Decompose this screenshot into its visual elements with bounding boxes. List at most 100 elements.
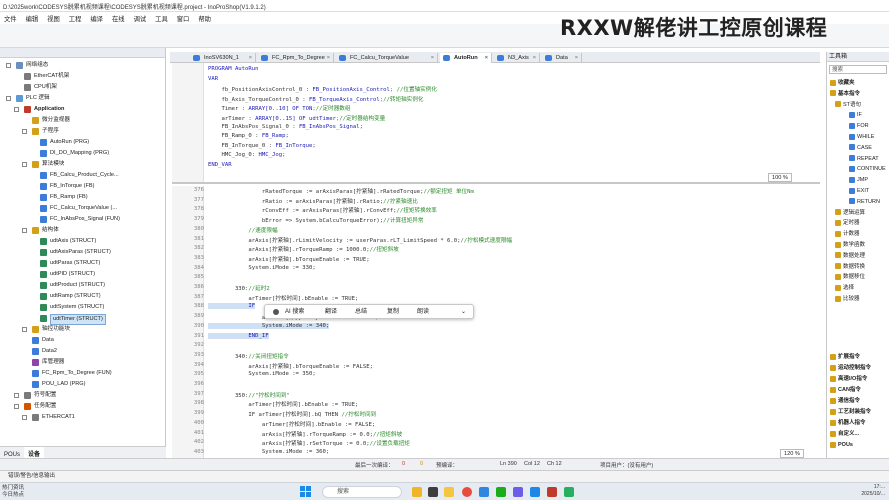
tree-item[interactable]: 符号配置 [0,390,166,401]
toolbox-item[interactable]: 数据移位 [827,272,889,283]
toolbox-item[interactable]: 收藏夹 [827,78,889,89]
editor-tab[interactable]: FC_Calcu_TorqueValue × [336,53,438,63]
menu-item[interactable]: 窗口 [173,12,195,23]
output-bar[interactable]: 错误/警告/信息输出 [0,470,889,482]
app2-icon[interactable] [530,487,540,497]
tree-item[interactable]: AutoRun (PRG) [0,137,166,148]
menu-item[interactable]: 工具 [151,12,173,23]
context-action[interactable]: 翻译 [325,305,337,320]
clock[interactable]: 17:... 2025/10/... [861,484,885,498]
app4-icon[interactable] [564,487,574,497]
collapse-icon[interactable] [22,415,27,420]
tree-item[interactable]: FC_InAbsPos_Signal (FUN) [0,214,166,225]
expand-icon[interactable] [14,393,19,398]
toolbox-item[interactable]: CONTINUE [827,164,889,175]
tree-item[interactable]: ETHERCAT1 [0,412,166,423]
collapse-icon[interactable] [14,107,19,112]
toolbox-item[interactable]: 比较器 [827,294,889,305]
code-editor[interactable]: 376 rRatedTorque := arAxisParas[拧紧轴].rRa… [172,186,820,458]
toolbox-search-input[interactable]: 搜索 [829,65,887,74]
windows-start-icon[interactable] [300,486,311,497]
menu-item[interactable]: 在线 [108,12,130,23]
expand-icon[interactable] [22,327,27,332]
collapse-icon[interactable] [22,162,27,167]
close-icon[interactable]: × [431,53,434,63]
tree-item[interactable]: udtParas (STRUCT) [0,258,166,269]
tree-item[interactable]: Data2 [0,346,166,357]
tree-item[interactable]: FC_Calcu_TorqueValue (... [0,203,166,214]
tree-item[interactable]: udtTimer (STRUCT) [0,313,166,325]
widget-icon[interactable] [412,487,422,497]
toolbox-item[interactable]: 基本指令 [827,89,889,100]
toolbox-group[interactable]: 运动控制指令 [827,363,889,374]
news-widget[interactable]: 热门资讯 今日热点 [2,485,24,499]
toolbox-item[interactable]: IF [827,110,889,121]
menu-item[interactable]: 帮助 [194,12,216,23]
close-icon[interactable]: × [575,53,578,63]
tree-item[interactable]: udtPID (STRUCT) [0,269,166,280]
tree-item[interactable]: 微分监视器 [0,115,166,126]
menu-item[interactable]: 视图 [43,12,65,23]
toolbox-group[interactable]: CAN指令 [827,385,889,396]
tree-item[interactable]: 算法模块 [0,159,166,170]
decl-zoom[interactable]: 100 % [768,173,792,182]
menu-item[interactable]: 调试 [130,12,152,23]
context-action[interactable]: 总结 [355,305,367,320]
tree-item[interactable]: FC_Rpm_To_Degree (FUN) [0,368,166,379]
toolbox-item[interactable]: 定时器 [827,218,889,229]
toolbox-group[interactable]: 工艺封装指令 [827,407,889,418]
tree-item[interactable]: FB_Ramp (FB) [0,192,166,203]
tree-item[interactable]: 任务配置 [0,401,166,412]
menu-item[interactable]: 编译 [86,12,108,23]
editor-tab[interactable]: N3_Axis × [494,53,540,63]
tree-item[interactable]: 库管理器 [0,357,166,368]
taskbar-search[interactable]: 搜索 [322,486,402,498]
collapse-icon[interactable] [22,129,27,134]
tree-item[interactable]: udtAxis (STRUCT) [0,236,166,247]
context-action[interactable]: AI 搜索 [285,305,304,320]
toolbox-group[interactable]: 机器人指令 [827,418,889,429]
copilot-icon[interactable] [273,309,279,315]
toolbox-item[interactable]: RETURN [827,197,889,208]
menu-item[interactable]: 工程 [65,12,87,23]
tree-item[interactable]: 结构体 [0,225,166,236]
task-view-icon[interactable] [428,487,438,497]
tree-item[interactable]: Application [0,104,166,115]
toolbox-item[interactable]: REPEAT [827,154,889,165]
tree-item[interactable]: Data [0,335,166,346]
app-icon[interactable] [513,487,523,497]
editor-tab[interactable]: Data × [542,53,582,63]
toolbox-group[interactable]: 自定义... [827,429,889,440]
chevron-down-icon[interactable]: ⌄ [461,305,466,320]
toolbox-item[interactable]: 计数器 [827,229,889,240]
toolbox-group[interactable]: POUs [827,440,889,451]
toolbox-item[interactable]: WHILE [827,132,889,143]
tree-item[interactable]: udtRamp (STRUCT) [0,291,166,302]
tree-item[interactable]: 网络组态 [0,60,166,71]
close-icon[interactable]: × [485,53,488,63]
tree-item[interactable]: PLC 逻辑 [0,93,166,104]
code-zoom[interactable]: 120 % [780,449,804,458]
tree-item[interactable]: FB_Calcu_Product_Cycle... [0,170,166,181]
file-explorer-icon[interactable] [444,487,454,497]
collapse-icon[interactable] [6,96,11,101]
tree-item[interactable]: udtProduct (STRUCT) [0,280,166,291]
declaration-editor[interactable]: PROGRAM AutoRun VAR fb_PositionAxisContro… [172,63,820,184]
collapse-icon[interactable] [22,228,27,233]
tree-item[interactable]: POU_LAD (PRG) [0,379,166,390]
tree-item[interactable]: 轴控功能块 [0,324,166,335]
toolbox-item[interactable]: JMP [827,175,889,186]
toolbox-item[interactable]: 数学函数 [827,240,889,251]
toolbox-item[interactable]: 数据转换 [827,262,889,273]
toolbox-item[interactable]: 逻辑运算 [827,208,889,219]
close-icon[interactable]: × [249,53,252,63]
tree-item[interactable]: DI_DO_Mapping (PRG) [0,148,166,159]
app3-icon[interactable] [547,487,557,497]
toolbox-item[interactable]: 选择 [827,283,889,294]
tree-item[interactable]: udtAxisParas (STRUCT) [0,247,166,258]
collapse-icon[interactable] [14,404,19,409]
toolbox-group[interactable]: 扩展指令 [827,352,889,363]
wechat-icon[interactable] [496,487,506,497]
collapse-icon[interactable] [6,63,11,68]
toolbox-item[interactable]: ST语句 [827,100,889,111]
